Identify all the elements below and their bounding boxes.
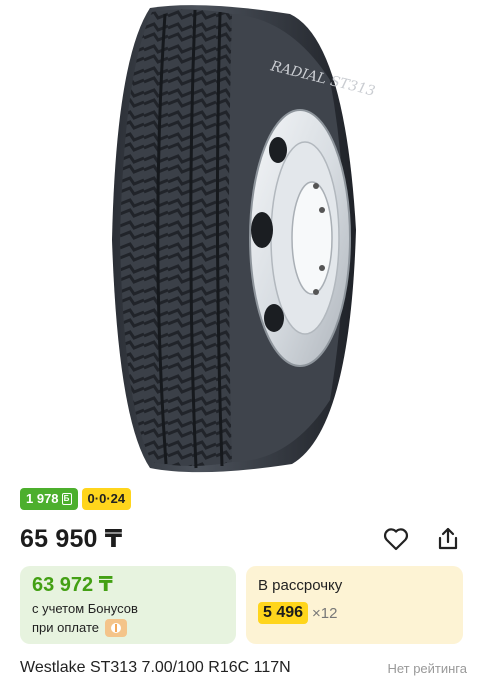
installment-badge: 0·0·24 (81, 488, 132, 510)
bonus-price: 63 972 ₸ (32, 574, 113, 596)
price: 65 950 ₸ (20, 525, 123, 553)
promo-badges: 1 978 Б 0·0·24 (20, 488, 132, 510)
heart-icon (383, 528, 409, 551)
payment-icon (104, 618, 127, 637)
price-row: 65 950 ₸ (20, 522, 463, 556)
installment-row: 5 496 ×12 (258, 602, 451, 624)
product-title[interactable]: Westlake ST313 7.00/100 R16C 117N (20, 659, 291, 677)
share-icon (438, 527, 458, 550)
installment-card[interactable]: В рассрочку 5 496 ×12 (246, 566, 463, 644)
bonus-line-2: при оплате (32, 620, 99, 635)
price-actions (381, 524, 463, 554)
bonus-coin-icon: Б (61, 493, 72, 505)
favorite-button[interactable] (381, 524, 411, 554)
rating-status[interactable]: Нет рейтинга (387, 661, 467, 676)
installment-months: ×12 (312, 604, 338, 622)
bonus-line-1: с учетом Бонусов (32, 601, 138, 616)
tire-illustration: RADIAL ST313 (112, 5, 377, 473)
installment-amount: 5 496 (258, 602, 309, 624)
bonus-badge-value: 1 978 (26, 491, 59, 506)
title-row: Westlake ST313 7.00/100 R16C 117N Нет ре… (20, 655, 467, 681)
installment-title: В рассрочку (258, 577, 343, 594)
product-image[interactable]: RADIAL ST313 (0, 0, 483, 480)
bonus-price-card[interactable]: 63 972 ₸ с учетом Бонусов при оплате (20, 566, 236, 644)
share-button[interactable] (433, 524, 463, 554)
bonus-badge: 1 978 Б (20, 488, 78, 510)
bonus-line-2-row: при оплате (32, 618, 224, 637)
